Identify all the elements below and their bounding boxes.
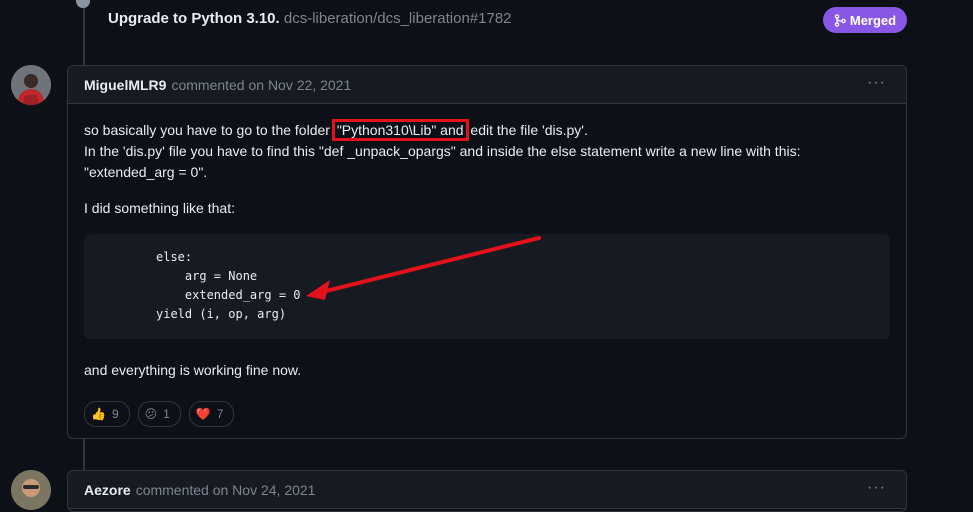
timeline-badge bbox=[76, 0, 90, 8]
comment-paragraph: and everything is working fine now. bbox=[84, 362, 302, 378]
reaction-heart[interactable]: ❤️ 7 bbox=[188, 401, 235, 427]
git-merge-icon bbox=[834, 13, 846, 27]
comment: Aezore commented on Nov 24, 2021 ··· bbox=[67, 470, 907, 512]
code-line: else: bbox=[156, 250, 193, 264]
comment-paragraph: so basically you have to go to the folde… bbox=[84, 119, 890, 183]
comment-author[interactable]: MiguelMLR9 bbox=[84, 77, 166, 93]
text-segment: edit the file 'dis.py'. bbox=[466, 122, 588, 138]
text-segment: so basically you have to go to the folde… bbox=[84, 122, 334, 138]
avatar[interactable] bbox=[11, 65, 51, 105]
code-line: extended_arg = 0 bbox=[156, 288, 301, 302]
reaction-count: 1 bbox=[163, 406, 170, 421]
kebab-menu-icon[interactable]: ··· bbox=[867, 479, 886, 497]
comment-timestamp[interactable]: commented on Nov 24, 2021 bbox=[136, 482, 316, 498]
confused-face-icon: 😕 bbox=[144, 406, 158, 421]
merged-badge: Merged bbox=[823, 7, 907, 33]
user-avatar-image bbox=[11, 65, 51, 105]
kebab-menu-icon[interactable]: ··· bbox=[867, 74, 886, 92]
merged-label: Merged bbox=[849, 12, 897, 28]
code-line: arg = None bbox=[156, 269, 258, 283]
reaction-count: 9 bbox=[111, 406, 119, 421]
reference-title[interactable]: Upgrade to Python 3.10. bbox=[108, 10, 280, 27]
reference-link[interactable]: Upgrade to Python 3.10. dcs-liberation/d… bbox=[108, 10, 512, 27]
reactions-bar: 👍 9 😕 1 ❤️ 7 bbox=[84, 401, 890, 427]
comment-author[interactable]: Aezore bbox=[84, 482, 131, 498]
comment: MiguelMLR9 commented on Nov 22, 2021 ···… bbox=[67, 65, 907, 439]
comment-header: Aezore commented on Nov 24, 2021 ··· bbox=[68, 471, 906, 509]
reaction-thumbs-up[interactable]: 👍 9 bbox=[84, 401, 130, 427]
avatar[interactable] bbox=[11, 470, 51, 510]
reaction-count: 7 bbox=[216, 406, 224, 421]
text-segment: In the 'dis.py' file you have to find th… bbox=[84, 143, 801, 159]
reaction-confused[interactable]: 😕 1 bbox=[137, 401, 181, 427]
thumbs-up-icon: 👍 bbox=[91, 406, 106, 421]
reference-repo[interactable]: dcs-liberation/dcs_liberation#1782 bbox=[284, 10, 512, 27]
cross-reference-event: Upgrade to Python 3.10. dcs-liberation/d… bbox=[68, 0, 908, 42]
heart-icon: ❤️ bbox=[195, 406, 211, 421]
comment-timestamp[interactable]: commented on Nov 22, 2021 bbox=[171, 77, 351, 93]
code-block: else: arg = None extended_arg = 0 yield … bbox=[84, 234, 890, 339]
user-avatar-image bbox=[11, 470, 51, 510]
text-segment: "extended_arg = 0". bbox=[84, 164, 208, 180]
annotation-highlight-box: "Python310\Lib" and bbox=[331, 119, 469, 141]
comment-header: MiguelMLR9 commented on Nov 22, 2021 ··· bbox=[68, 66, 906, 104]
code-line: yield (i, op, arg) bbox=[156, 307, 287, 321]
comment-paragraph: I did something like that: bbox=[84, 200, 235, 216]
comment-body: so basically you have to go to the folde… bbox=[68, 104, 906, 427]
